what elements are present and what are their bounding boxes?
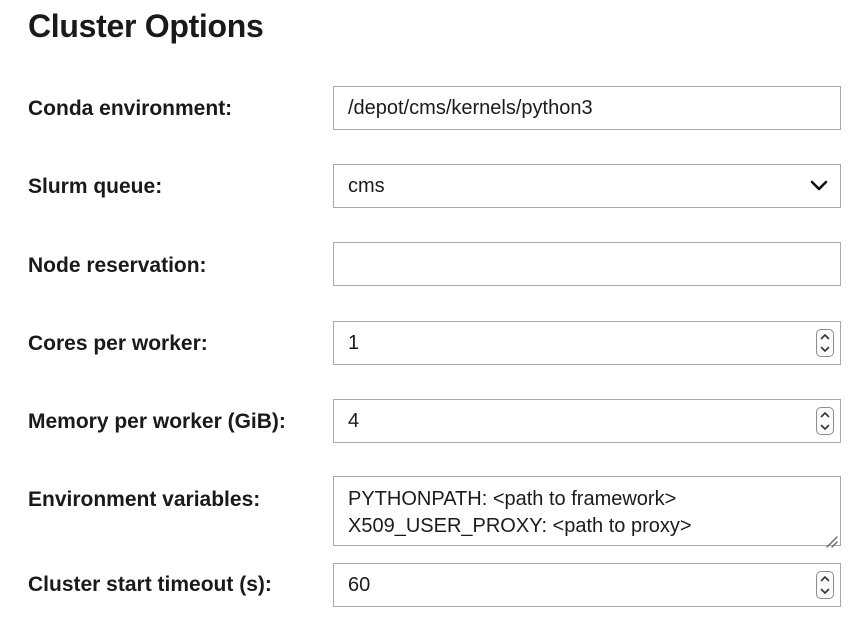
cores-per-worker-stepper-icon[interactable] (816, 329, 834, 357)
environment-variables-textarea[interactable]: PYTHONPATH: <path to framework> X509_USE… (333, 476, 841, 548)
chevron-down-icon (808, 175, 830, 197)
cores-per-worker-label: Cores per worker: (28, 332, 208, 355)
memory-per-worker-stepper-icon[interactable] (816, 407, 834, 435)
cores-per-worker-value: 1 (348, 331, 360, 354)
slurm-queue-select[interactable]: cms (333, 164, 841, 208)
stepper-up-icon[interactable] (820, 411, 830, 418)
conda-environment-input[interactable]: /depot/cms/kernels/python3 (333, 86, 841, 130)
stepper-up-icon[interactable] (820, 333, 830, 340)
node-reservation-label: Node reservation: (28, 254, 207, 277)
stepper-down-icon[interactable] (820, 346, 830, 353)
resize-handle-icon[interactable] (824, 529, 838, 548)
memory-per-worker-value: 4 (348, 409, 360, 432)
memory-per-worker-label: Memory per worker (GiB): (28, 410, 286, 433)
environment-variables-label: Environment variables: (28, 488, 261, 511)
page-title: Cluster Options (28, 8, 264, 44)
stepper-up-icon[interactable] (820, 575, 830, 582)
environment-variable-line: X509_USER_PROXY: <path to proxy> (348, 515, 692, 537)
node-reservation-input[interactable] (333, 242, 841, 286)
memory-per-worker-input[interactable]: 4 (333, 399, 841, 443)
cluster-start-timeout-input[interactable]: 60 (333, 563, 841, 607)
conda-environment-value: /depot/cms/kernels/python3 (348, 96, 593, 119)
cluster-start-timeout-label: Cluster start timeout (s): (28, 573, 272, 596)
slurm-queue-label: Slurm queue: (28, 175, 163, 198)
cluster-start-timeout-value: 60 (348, 573, 371, 596)
stepper-down-icon[interactable] (820, 424, 830, 431)
stepper-down-icon[interactable] (820, 588, 830, 595)
conda-environment-label: Conda environment: (28, 97, 233, 120)
slurm-queue-selected-value: cms (348, 174, 385, 197)
cluster-start-timeout-stepper-icon[interactable] (816, 571, 834, 599)
cores-per-worker-input[interactable]: 1 (333, 321, 841, 365)
environment-variable-line: PYTHONPATH: <path to framework> (348, 488, 677, 510)
